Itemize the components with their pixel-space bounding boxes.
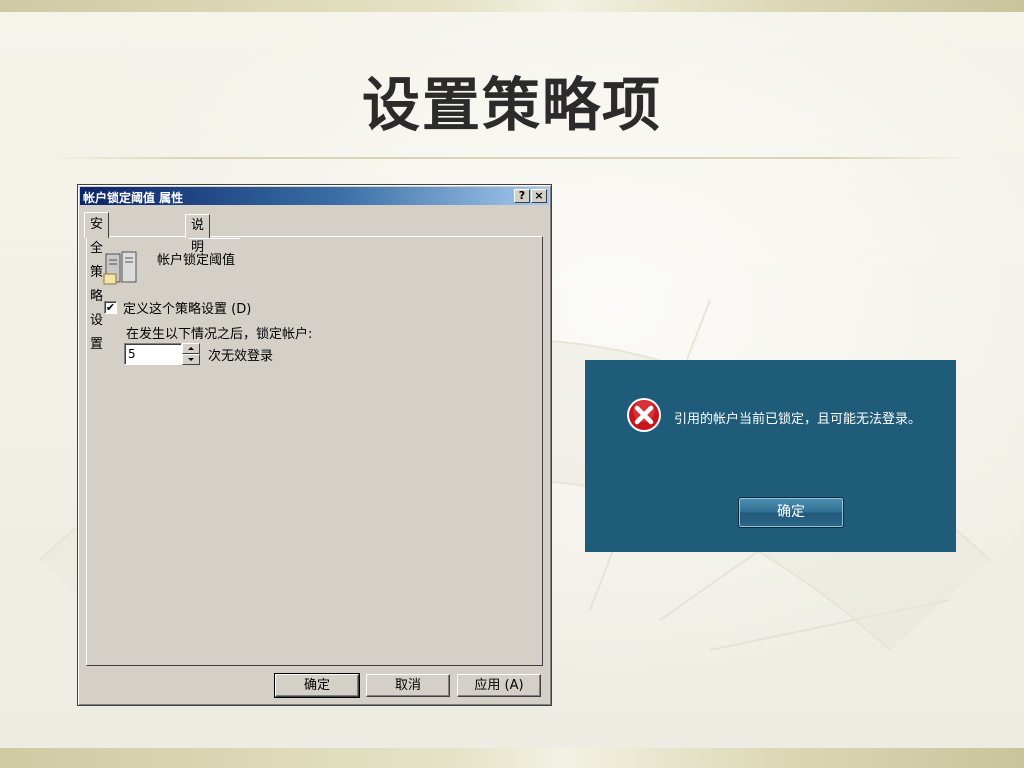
spin-down-button[interactable] [182,354,200,365]
title-divider [50,157,974,159]
policy-name: 帐户锁定阈值 [157,253,236,268]
tab-explanation[interactable]: 说明 [185,214,211,255]
cancel-button[interactable]: 取消 [366,674,450,697]
dialog-titlebar[interactable]: 帐户锁定阈值 属性 ? × [80,187,549,205]
dialog-title: 帐户锁定阈值 属性 [83,191,184,205]
top-decor-band [0,0,1024,12]
invalid-logon-attempts-label: 次无效登录 [208,349,274,364]
account-locked-message: 引用的帐户当前已锁定，且可能无法登录。 [674,412,922,427]
ok-button[interactable]: 确定 [274,673,360,698]
slide-title: 设置策略项 [361,71,662,139]
message-ok-button[interactable]: 确定 [738,497,844,528]
arrow-down-icon [188,358,194,361]
help-button[interactable]: ? [514,189,530,203]
server-policy-icon [103,251,137,285]
lockout-condition-text: 在发生以下情况之后，锁定帐户: [126,327,313,342]
spin-up-button[interactable] [182,343,200,354]
tab-underline [188,238,240,239]
threshold-spinner [182,343,200,365]
close-button[interactable]: × [531,189,547,203]
error-icon [627,398,661,432]
apply-button[interactable]: 应用 (A) [457,674,541,697]
define-policy-label[interactable]: 定义这个策略设置 (D) [123,298,251,317]
threshold-input[interactable] [124,343,182,365]
tab-security-policy-settings[interactable]: 安全策略设置 [84,212,110,352]
arrow-up-icon [188,347,194,350]
define-policy-checkbox[interactable]: ✔ [104,301,117,314]
